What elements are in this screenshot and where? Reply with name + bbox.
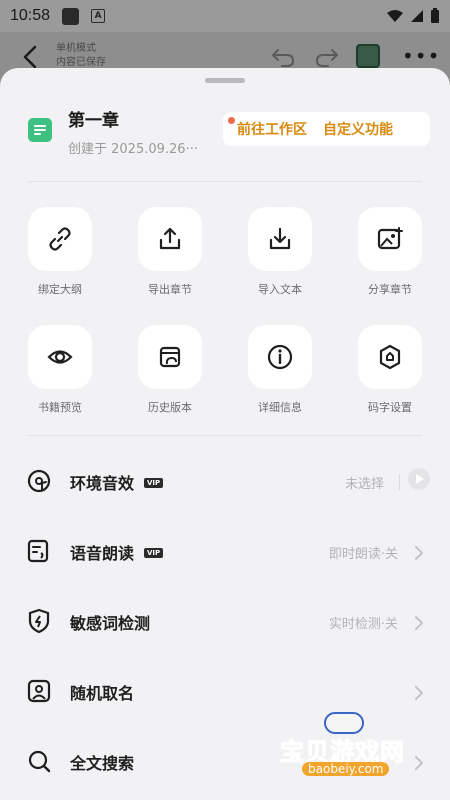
save-state: 单机模式 内容已保存 <box>56 43 106 68</box>
grid-label: 导出章节 <box>148 283 192 296</box>
customize-link[interactable]: 自定义功能 <box>323 119 393 139</box>
grid-item-export-chapter[interactable]: 导出章节 <box>130 207 210 297</box>
row-value: 即时朗读·关 <box>328 547 398 562</box>
go-workspace-link[interactable]: 前往工作区 <box>237 119 307 139</box>
divider <box>28 181 422 182</box>
red-dot-badge <box>228 117 235 124</box>
sheet-grabber[interactable] <box>205 78 245 83</box>
grid-item-import-text[interactable]: 导入文本 <box>240 207 320 297</box>
grid-item-typing-settings[interactable]: 码字设置 <box>350 325 430 415</box>
more-icon[interactable]: ••• <box>402 44 440 68</box>
row-label: 敏感词检测 <box>70 614 151 633</box>
grid-label: 导入文本 <box>258 283 302 296</box>
grid-item-details[interactable]: 详细信息 <box>240 325 320 415</box>
watermark: 宝贝游戏网 baobeiy.com <box>272 712 442 792</box>
divider <box>399 474 400 490</box>
row-label: 全文搜索 <box>70 754 135 773</box>
signal-icon <box>411 10 423 22</box>
created-date: 创建于 2025.09.26··· <box>68 142 198 157</box>
grid-item-bind-outline[interactable]: 绑定大纲 <box>20 207 100 297</box>
row-label: 语音朗读 <box>70 544 135 563</box>
back-arrow-icon[interactable] <box>18 44 44 70</box>
grid-label: 历史版本 <box>148 401 192 414</box>
watermark-url: baobeiy.com <box>302 762 390 776</box>
status-time: 10:58 <box>10 7 51 24</box>
row-sensitive-word-check[interactable]: 敏感词检测 实时检测·关 <box>0 588 450 658</box>
chevron-right-icon <box>415 546 423 560</box>
divider <box>28 435 422 436</box>
grid-item-share-chapter[interactable]: 分享章节 <box>350 207 430 297</box>
grid-label: 详细信息 <box>258 401 302 414</box>
grid-item-book-preview[interactable]: 书籍预览 <box>20 325 100 415</box>
row-value: 未选择 <box>344 477 384 492</box>
header-actions: 前往工作区 自定义功能 <box>223 112 430 146</box>
info-icon <box>267 344 293 370</box>
eye-icon <box>47 350 73 364</box>
history-icon <box>159 346 181 368</box>
grid-label: 书籍预览 <box>38 401 82 414</box>
search-icon <box>28 750 51 773</box>
play-icon[interactable] <box>408 468 430 490</box>
grid-label: 分享章节 <box>368 283 412 296</box>
redo-icon[interactable] <box>314 45 340 69</box>
grid-label: 码字设置 <box>368 401 412 414</box>
chapter-title: 第一章 <box>68 111 119 131</box>
undo-icon[interactable] <box>270 45 296 69</box>
battery-icon <box>431 8 439 23</box>
link-icon <box>49 227 71 251</box>
share-image-icon <box>377 227 403 250</box>
row-voice-reading[interactable]: 语音朗读 VIP 即时朗读·关 <box>0 518 450 588</box>
row-label: 随机取名 <box>70 684 135 703</box>
row-ambient-sound[interactable]: 环境音效 VIP 未选择 <box>0 448 450 518</box>
notification-icon <box>62 7 80 25</box>
voice-reading-icon <box>27 539 49 563</box>
keyboard-a-icon: A <box>91 9 106 23</box>
status-bar: 10:58 A <box>0 0 450 32</box>
export-icon <box>159 227 181 250</box>
shield-bolt-icon <box>28 608 50 634</box>
vip-badge: VIP <box>144 547 164 558</box>
music-disc-icon <box>27 469 51 493</box>
wifi-icon <box>387 10 403 22</box>
name-card-icon <box>27 679 51 703</box>
grid-item-history-versions[interactable]: 历史版本 <box>130 325 210 415</box>
grid-label: 绑定大纲 <box>38 283 82 296</box>
row-label: 环境音效 <box>70 474 135 493</box>
import-icon <box>269 227 291 250</box>
gamepad-icon <box>324 712 364 734</box>
outline-icon[interactable] <box>356 44 380 68</box>
vip-badge: VIP <box>144 477 164 488</box>
document-icon <box>28 118 52 142</box>
chapter-menu-sheet: 第一章 创建于 2025.09.26··· 前往工作区 自定义功能 绑定大纲 导… <box>0 68 450 800</box>
chevron-right-icon <box>415 686 423 700</box>
chevron-right-icon <box>415 616 423 630</box>
row-value: 实时检测·关 <box>328 617 398 632</box>
settings-hex-icon <box>379 344 401 370</box>
